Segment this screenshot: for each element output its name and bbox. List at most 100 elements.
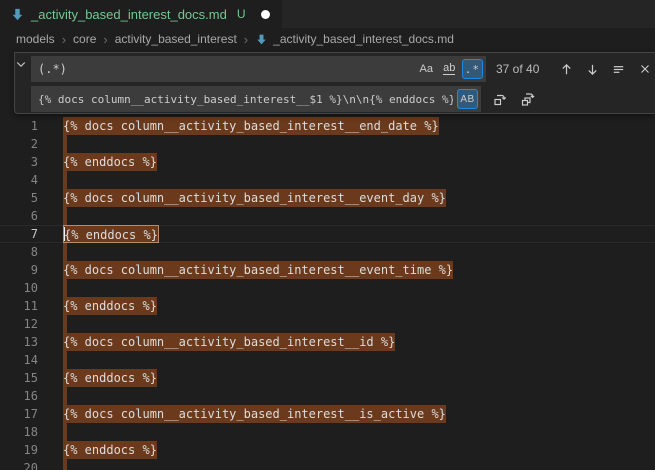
line-content[interactable]: {% docs column__activity_based_interest_…: [46, 333, 655, 351]
code-line: 1 {% docs column__activity_based_interest…: [0, 117, 655, 135]
line-content[interactable]: {% enddocs %}: [46, 153, 655, 171]
line-number[interactable]: 10: [0, 279, 46, 297]
active-tab[interactable]: _activity_based_interest_docs.md U: [0, 0, 282, 28]
line-content[interactable]: [46, 351, 655, 369]
line-number[interactable]: 1: [0, 117, 46, 135]
code-line: 8: [0, 243, 655, 261]
code-line: 11 {% enddocs %}: [0, 297, 655, 315]
code-line: 9 {% docs column__activity_based_interest…: [0, 261, 655, 279]
line-number[interactable]: 18: [0, 423, 46, 441]
line-content[interactable]: [46, 459, 655, 470]
previous-match-button[interactable]: [556, 59, 577, 80]
breadcrumb-item-file[interactable]: _activity_based_interest_docs.md: [255, 32, 454, 46]
toggle-replace-button[interactable]: [15, 53, 27, 74]
line-number[interactable]: 5: [0, 189, 46, 207]
line-number[interactable]: 6: [0, 207, 46, 225]
code-line: 10: [0, 279, 655, 297]
code-line: 20: [0, 459, 655, 470]
line-number[interactable]: 13: [0, 333, 46, 351]
next-match-button[interactable]: [582, 59, 603, 80]
line-content[interactable]: [46, 315, 655, 333]
line-content[interactable]: {% docs column__activity_based_interest_…: [46, 405, 655, 423]
line-content[interactable]: [46, 207, 655, 225]
find-match-highlight: {% docs column__activity_based_interest_…: [63, 261, 453, 279]
find-match-highlight: [63, 243, 67, 261]
line-content[interactable]: {% enddocs %}: [46, 369, 655, 387]
chevron-right-icon: ›: [62, 32, 66, 47]
find-match-highlight: {% enddocs %}: [63, 297, 157, 315]
arrow-down-icon: [585, 62, 600, 77]
line-content[interactable]: [46, 135, 655, 153]
find-row: Aa ab .* 37 of 40: [31, 56, 655, 82]
line-number[interactable]: 19: [0, 441, 46, 459]
replace-all-button[interactable]: [517, 89, 538, 110]
find-nav-buttons: [556, 59, 655, 80]
line-number[interactable]: 17: [0, 405, 46, 423]
find-match-highlight: [63, 387, 67, 405]
line-number[interactable]: 3: [0, 153, 46, 171]
line-content[interactable]: [46, 243, 655, 261]
preserve-case-toggle[interactable]: AB: [457, 89, 478, 109]
replace-input[interactable]: [31, 86, 481, 112]
find-match-highlight: {% enddocs %}: [63, 441, 157, 459]
unsaved-dot-icon[interactable]: [261, 10, 270, 19]
code-line: 4: [0, 171, 655, 189]
find-match-highlight: [63, 171, 67, 189]
breadcrumb-item-activity-based-interest[interactable]: activity_based_interest: [115, 32, 237, 46]
close-find-button[interactable]: [634, 59, 655, 80]
regex-toggle[interactable]: .*: [462, 59, 483, 79]
line-number[interactable]: 9: [0, 261, 46, 279]
match-case-icon: Aa: [420, 63, 433, 75]
line-content[interactable]: {% enddocs %}: [46, 441, 655, 459]
find-match-highlight: [63, 279, 67, 297]
line-number[interactable]: 16: [0, 387, 46, 405]
breadcrumb-item-models[interactable]: models: [16, 32, 55, 46]
markdown-icon: [255, 33, 268, 46]
find-match-highlight: {% enddocs %}: [63, 369, 157, 387]
line-number[interactable]: 14: [0, 351, 46, 369]
line-number[interactable]: 8: [0, 243, 46, 261]
line-number[interactable]: 20: [0, 459, 46, 470]
line-content[interactable]: {% docs column__activity_based_interest_…: [46, 117, 655, 135]
line-content[interactable]: [46, 387, 655, 405]
replace-button[interactable]: [489, 89, 510, 110]
code-line: 3 {% enddocs %}: [0, 153, 655, 171]
find-match-highlight: {% docs column__activity_based_interest_…: [63, 333, 395, 351]
find-match-highlight: {% docs column__activity_based_interest_…: [63, 405, 446, 423]
code-line: 16: [0, 387, 655, 405]
find-match-highlight: [63, 135, 67, 153]
find-in-selection-icon: [611, 62, 626, 77]
replace-input-wrap: AB: [31, 86, 481, 112]
line-content[interactable]: {% docs column__activity_based_interest_…: [46, 261, 655, 279]
line-number[interactable]: 12: [0, 315, 46, 333]
find-match-highlight: [63, 459, 67, 470]
find-widget-fields: Aa ab .* 37 of 40: [27, 53, 655, 113]
line-content[interactable]: [46, 423, 655, 441]
line-content[interactable]: [46, 171, 655, 189]
breadcrumb-item-core[interactable]: core: [73, 32, 96, 46]
match-case-toggle[interactable]: Aa: [416, 59, 437, 79]
find-replace-widget: Aa ab .* 37 of 40: [14, 52, 655, 114]
line-content[interactable]: {% docs column__activity_based_interest_…: [46, 189, 655, 207]
replace-all-icon: [520, 91, 536, 107]
find-in-selection-button[interactable]: [608, 59, 629, 80]
find-match-highlight: {% docs column__activity_based_interest_…: [63, 117, 439, 135]
breadcrumb-file-name: _activity_based_interest_docs.md: [273, 32, 454, 46]
chevron-right-icon: ›: [244, 32, 248, 47]
close-icon: [638, 62, 652, 76]
code-line: 6: [0, 207, 655, 225]
find-match-highlight: [63, 315, 67, 333]
replace-row: AB: [31, 86, 655, 112]
code-line: 7{% enddocs %}: [0, 225, 655, 243]
line-content[interactable]: {% enddocs %}: [46, 297, 655, 315]
find-match-highlight: [63, 351, 67, 369]
line-number[interactable]: 7: [0, 225, 46, 243]
line-content[interactable]: [46, 279, 655, 297]
line-number[interactable]: 11: [0, 297, 46, 315]
line-number[interactable]: 4: [0, 171, 46, 189]
line-content[interactable]: {% enddocs %}: [46, 225, 655, 243]
find-match-highlight: {% enddocs %}: [63, 153, 157, 171]
whole-word-toggle[interactable]: ab: [439, 59, 460, 79]
line-number[interactable]: 15: [0, 369, 46, 387]
line-number[interactable]: 2: [0, 135, 46, 153]
